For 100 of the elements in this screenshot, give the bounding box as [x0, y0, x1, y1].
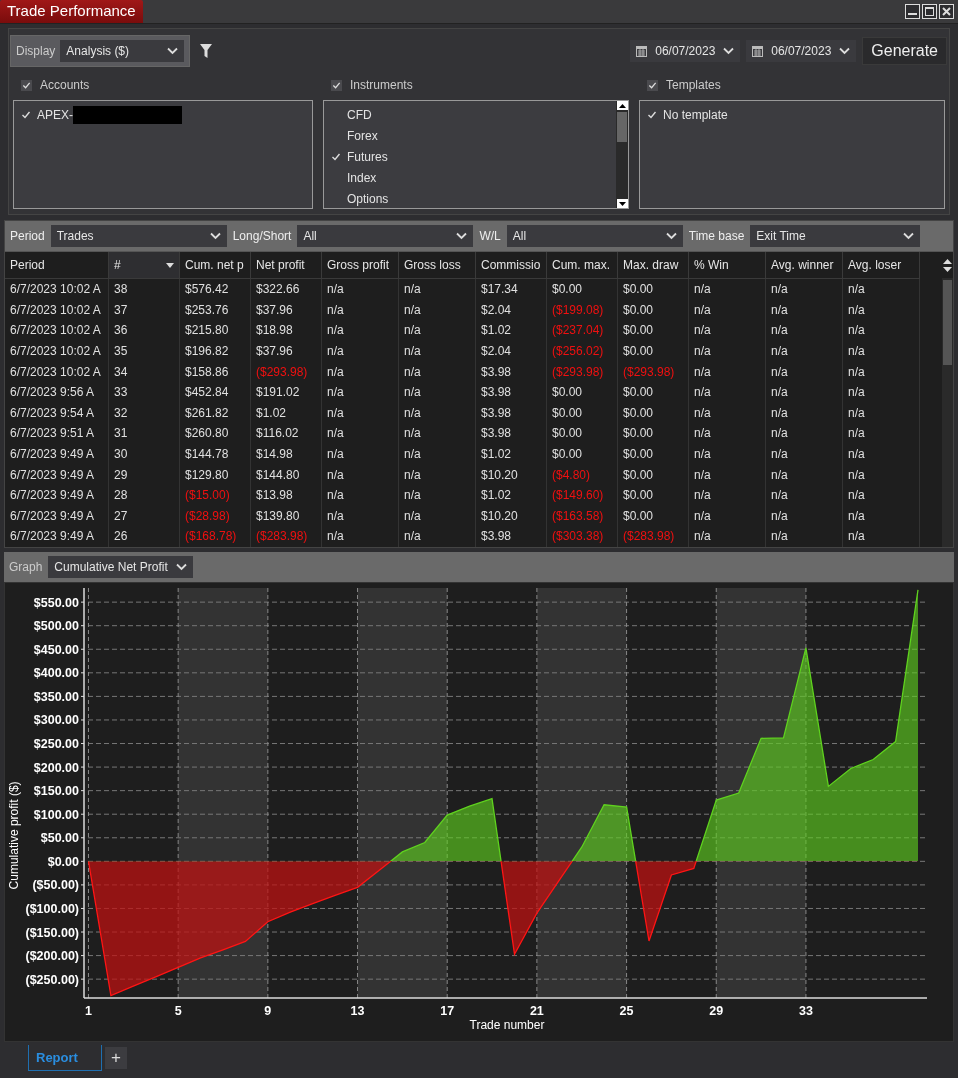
filter-label: Time base [688, 229, 745, 243]
table-cell: n/a [689, 402, 766, 424]
report-tab[interactable]: Report [28, 1044, 102, 1071]
table-cell: n/a [766, 340, 843, 362]
table-cell: n/a [322, 402, 399, 424]
table-cell: n/a [843, 505, 920, 527]
group-label: Accounts [40, 78, 90, 92]
column-header[interactable]: Avg. loser [843, 252, 920, 279]
checkbox[interactable] [331, 79, 342, 91]
y-tick-label: $450.00 [33, 642, 79, 657]
table-cell: $260.80 [180, 423, 251, 444]
column-header[interactable]: Cum. net p [180, 252, 251, 279]
table-cell: $17.34 [476, 279, 547, 300]
column-header[interactable]: Max. draw [618, 252, 689, 279]
table-cell: $37.96 [251, 299, 322, 321]
column-header[interactable]: Gross loss [399, 252, 476, 279]
column-header[interactable]: % Win [689, 252, 766, 279]
table-cell: $0.00 [618, 402, 689, 424]
table-cell: n/a [399, 361, 476, 382]
filter-dropdown[interactable]: All [297, 225, 474, 247]
caret-icon [209, 232, 221, 240]
table-cell: n/a [766, 423, 843, 444]
table-cell: ($293.98) [618, 361, 689, 382]
scroll-up-icon[interactable] [618, 103, 626, 108]
checkbox[interactable] [21, 79, 32, 91]
table-cell: n/a [689, 320, 766, 341]
column-header[interactable]: Avg. winner [766, 252, 843, 279]
table-cell: n/a [322, 505, 399, 527]
table-cell: $0.00 [618, 484, 689, 506]
list-item[interactable]: No template [663, 108, 728, 123]
filter-dropdown[interactable]: Trades [50, 225, 227, 247]
table-cell: $0.00 [547, 402, 618, 424]
y-tick-label: $150.00 [33, 783, 79, 798]
date-picker[interactable]: 06/07/2023 [746, 40, 857, 62]
close-button[interactable] [939, 4, 954, 19]
table-cell: ($293.98) [547, 361, 618, 382]
minimize-button[interactable] [905, 4, 920, 19]
add-tab-button[interactable]: + [105, 1046, 127, 1069]
column-header[interactable]: Cum. max. [547, 252, 618, 279]
graph-dropdown[interactable]: Cumulative Net Profit [48, 555, 193, 578]
table-cell: $0.00 [547, 443, 618, 465]
column-header[interactable]: # [109, 252, 180, 279]
table-cell: $0.00 [618, 464, 689, 485]
y-tick-label: $400.00 [33, 666, 79, 681]
table-cell: $215.80 [180, 320, 251, 341]
caret-icon [167, 47, 179, 55]
list-item[interactable]: APEX- [37, 108, 73, 123]
calendar-icon [752, 45, 764, 57]
table-cell: n/a [399, 340, 476, 362]
scroll-thumb[interactable] [942, 280, 952, 365]
table-cell: n/a [399, 402, 476, 424]
table-cell: $0.00 [618, 381, 689, 403]
filter-dropdown[interactable]: All [506, 225, 683, 247]
table-cell: n/a [843, 361, 920, 382]
table-cell: 6/7/2023 9:49 A [5, 526, 109, 547]
table-cell: n/a [843, 381, 920, 403]
table-cell: n/a [322, 381, 399, 403]
column-header[interactable]: Commissio [476, 252, 547, 279]
table-cell: $13.98 [251, 484, 322, 506]
y-tick-label: $350.00 [33, 689, 79, 704]
filter-dropdown[interactable]: Exit Time [750, 225, 921, 247]
list-item[interactable]: Futures [347, 150, 388, 164]
close-icon [942, 7, 951, 16]
table-cell: $0.00 [618, 299, 689, 321]
list-item[interactable]: CFD [347, 108, 372, 123]
table-cell: n/a [689, 299, 766, 321]
table-cell: 28 [109, 484, 180, 506]
x-tick-label: 33 [799, 1003, 813, 1018]
table-cell: $144.80 [251, 464, 322, 485]
table-cell: ($15.00) [180, 484, 251, 506]
list-item[interactable]: Options [347, 191, 389, 206]
column-header[interactable]: Net profit [251, 252, 322, 279]
scroll-thumb[interactable] [617, 112, 627, 142]
date-picker[interactable]: 06/07/2023 [630, 40, 741, 62]
scroll-up-icon[interactable] [942, 258, 952, 264]
table-cell: n/a [689, 505, 766, 527]
scrollbar[interactable] [616, 101, 628, 208]
table-cell: 31 [109, 423, 180, 444]
table-cell: n/a [766, 402, 843, 424]
scroll-down-icon[interactable] [618, 201, 626, 206]
column-header[interactable]: Gross profit [322, 252, 399, 279]
filter-icon[interactable] [200, 44, 213, 58]
x-tick-label: 1 [85, 1003, 92, 1018]
caret-icon [456, 232, 468, 240]
list-item[interactable]: Forex [347, 129, 378, 144]
table-cell: ($283.98) [618, 526, 689, 547]
caret-icon [665, 232, 677, 240]
checkbox[interactable] [647, 79, 658, 91]
table-cell: n/a [689, 381, 766, 403]
y-tick-label: ($50.00) [32, 878, 79, 893]
table-cell: n/a [843, 320, 920, 341]
y-tick-label: $50.00 [40, 831, 79, 845]
display-dropdown[interactable]: Analysis ($) [60, 40, 185, 62]
table-cell: $139.80 [251, 505, 322, 527]
x-tick-label: 21 [529, 1003, 544, 1018]
scroll-down-icon[interactable] [942, 266, 952, 272]
list-item[interactable]: Index [347, 170, 377, 185]
generate-button[interactable]: Generate [862, 37, 947, 65]
x-tick-label: 9 [264, 1003, 272, 1018]
maximize-button[interactable] [922, 4, 937, 19]
